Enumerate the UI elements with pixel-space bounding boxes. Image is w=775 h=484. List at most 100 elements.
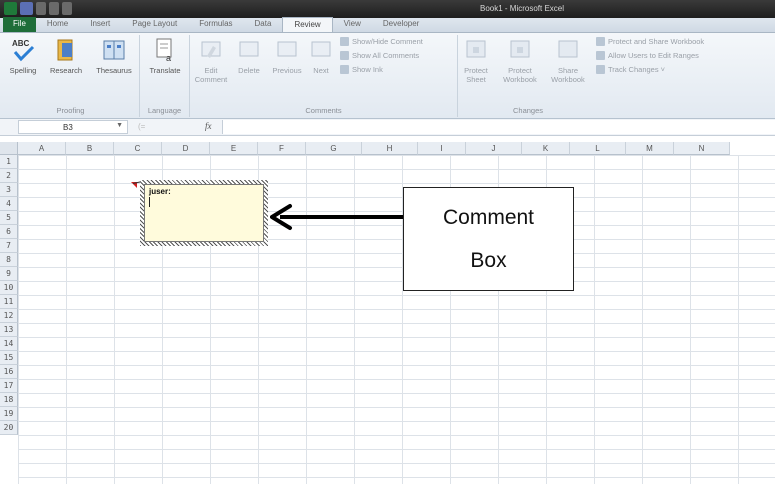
column-header[interactable]: C — [114, 142, 162, 155]
row-header[interactable]: 18 — [0, 393, 18, 407]
thesaurus-button[interactable]: Thesaurus — [92, 37, 136, 75]
tab-data[interactable]: Data — [244, 17, 283, 32]
svg-text:a: a — [166, 53, 171, 63]
previous-comment-icon — [277, 41, 297, 57]
name-box[interactable]: B3 ▼ — [18, 120, 128, 134]
tab-page-layout[interactable]: Page Layout — [121, 17, 188, 32]
translate-icon: a — [156, 38, 172, 63]
row-header[interactable]: 5 — [0, 211, 18, 225]
language-group-label: Language — [147, 106, 182, 115]
allow-users-icon — [596, 51, 605, 60]
tab-developer[interactable]: Developer — [372, 17, 430, 32]
next-comment-button[interactable]: Next — [308, 37, 334, 75]
column-header[interactable]: G — [306, 142, 362, 155]
show-ink-icon — [340, 65, 349, 74]
annotation-callout: Comment Box — [403, 187, 574, 291]
comments-group: Edit Comment Delete Previous Next Show/H… — [190, 35, 458, 117]
row-header[interactable]: 16 — [0, 365, 18, 379]
undo-icon[interactable] — [36, 2, 46, 15]
column-header[interactable]: L — [570, 142, 626, 155]
worksheet-grid[interactable]: ABCDEFGHIJKLMN 1 2 3 4 5 6 7 8 9 10 11 12 13 14 15 16 17… — [0, 142, 775, 484]
comment-box[interactable]: juser: — [140, 180, 268, 246]
column-header[interactable]: H — [362, 142, 418, 155]
comment-author: juser: — [149, 187, 171, 196]
row-header[interactable]: 9 — [0, 267, 18, 281]
protect-share-workbook-button[interactable]: Protect and Share Workbook — [596, 37, 704, 46]
share-workbook-button[interactable]: Share Workbook — [546, 37, 590, 84]
proofing-group: ABC Spelling Research Thesaurus Proofing — [2, 35, 140, 117]
formula-bar: B3 ▼ (= fx — [0, 119, 775, 136]
row-header[interactable]: 1 — [0, 155, 18, 169]
formula-cancel-icon[interactable]: (= — [138, 122, 145, 131]
tab-formulas[interactable]: Formulas — [188, 17, 243, 32]
column-header[interactable]: D — [162, 142, 210, 155]
excel-app-icon[interactable] — [4, 2, 17, 15]
edit-comment-button[interactable]: Edit Comment — [194, 37, 228, 84]
research-button[interactable]: Research — [46, 37, 86, 75]
row-header[interactable]: 11 — [0, 295, 18, 309]
insert-function-icon[interactable]: fx — [205, 121, 212, 131]
column-header[interactable]: M — [626, 142, 674, 155]
column-header[interactable]: B — [66, 142, 114, 155]
tab-insert[interactable]: Insert — [79, 17, 121, 32]
spelling-button[interactable]: ABC Spelling — [6, 37, 40, 75]
row-header[interactable]: 2 — [0, 169, 18, 183]
language-group: a Translate Language — [140, 35, 190, 117]
row-header[interactable]: 14 — [0, 337, 18, 351]
column-header[interactable]: N — [674, 142, 730, 155]
show-ink-button[interactable]: Show Ink — [340, 65, 383, 74]
column-header[interactable]: J — [466, 142, 522, 155]
callout-line-1: Comment — [442, 206, 535, 229]
column-header[interactable]: I — [418, 142, 466, 155]
comment-body[interactable]: juser: — [144, 184, 264, 242]
research-icon — [57, 39, 73, 61]
edit-comment-icon — [201, 41, 221, 58]
row-header[interactable]: 10 — [0, 281, 18, 295]
row-header[interactable]: 8 — [0, 253, 18, 267]
delete-comment-button[interactable]: Delete — [234, 37, 264, 75]
protect-sheet-icon — [466, 40, 486, 58]
track-changes-button[interactable]: Track Changes ˅ — [596, 65, 665, 74]
column-header[interactable]: E — [210, 142, 258, 155]
row-header[interactable]: 19 — [0, 407, 18, 421]
column-header[interactable]: K — [522, 142, 570, 155]
chevron-down-icon[interactable]: ▼ — [116, 122, 123, 129]
column-header[interactable]: F — [258, 142, 306, 155]
text-cursor — [149, 197, 150, 207]
proofing-group-label: Proofing — [56, 106, 85, 115]
select-all-corner[interactable] — [0, 142, 18, 155]
redo-icon[interactable] — [49, 2, 59, 15]
row-header[interactable]: 15 — [0, 351, 18, 365]
translate-button[interactable]: a Translate — [143, 37, 187, 75]
delete-comment-icon — [239, 41, 259, 57]
comments-group-label: Comments — [305, 106, 342, 115]
save-icon[interactable] — [20, 2, 33, 15]
show-hide-comment-button[interactable]: Show/Hide Comment — [340, 37, 423, 46]
row-header[interactable]: 12 — [0, 309, 18, 323]
thesaurus-icon — [103, 40, 125, 60]
tab-review[interactable]: Review — [282, 17, 333, 32]
callout-line-2: Box — [470, 249, 507, 272]
svg-text:ABC: ABC — [12, 39, 30, 48]
formula-input[interactable] — [222, 120, 775, 134]
tab-file[interactable]: File — [3, 17, 36, 32]
row-header[interactable]: 13 — [0, 323, 18, 337]
row-header[interactable]: 6 — [0, 225, 18, 239]
tab-view[interactable]: View — [333, 17, 372, 32]
column-header[interactable]: A — [18, 142, 66, 155]
row-header[interactable]: 17 — [0, 379, 18, 393]
protect-workbook-icon — [510, 40, 530, 58]
row-header[interactable]: 3 — [0, 183, 18, 197]
row-header[interactable]: 4 — [0, 197, 18, 211]
protect-sheet-button[interactable]: Protect Sheet — [458, 37, 494, 84]
arrow-left-icon — [270, 204, 403, 230]
previous-comment-button[interactable]: Previous — [270, 37, 304, 75]
row-header[interactable]: 20 — [0, 421, 18, 435]
customize-qat-icon[interactable] — [62, 2, 72, 15]
changes-group-label: Changes — [512, 106, 544, 115]
allow-users-edit-ranges-button[interactable]: Allow Users to Edit Ranges — [596, 51, 699, 60]
row-header[interactable]: 7 — [0, 239, 18, 253]
protect-workbook-button[interactable]: Protect Workbook — [498, 37, 542, 84]
tab-home[interactable]: Home — [36, 17, 79, 32]
show-all-comments-button[interactable]: Show All Comments — [340, 51, 419, 60]
